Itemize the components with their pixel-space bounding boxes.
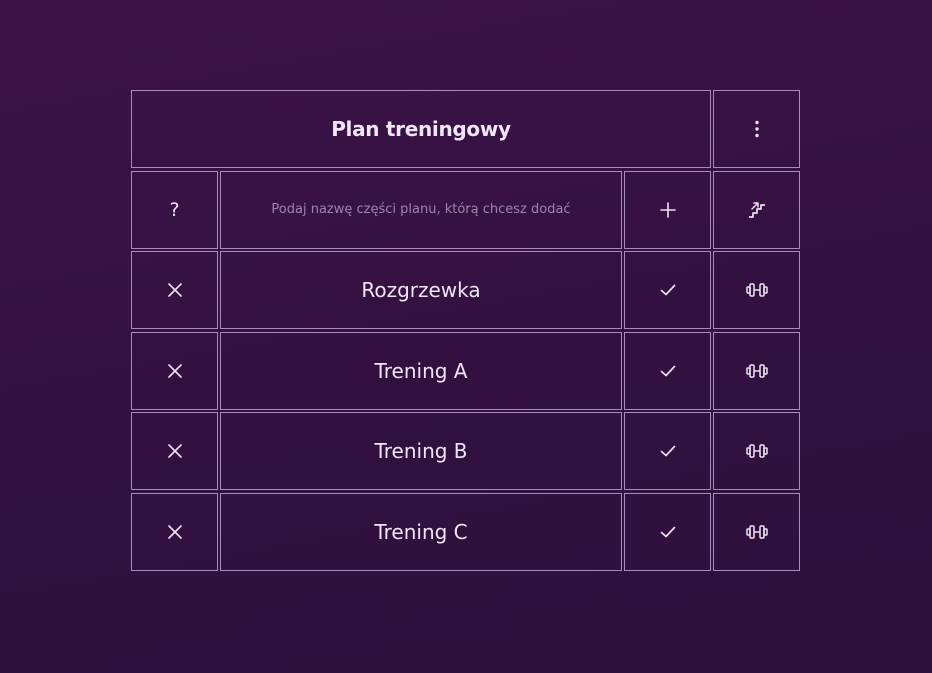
confirm-part-button[interactable]: [624, 331, 711, 410]
close-icon: [167, 444, 182, 459]
confirm-part-button[interactable]: [624, 412, 711, 491]
help-button[interactable]: ?: [131, 170, 218, 249]
part-name-cell: Trening C: [220, 492, 622, 571]
part-name-input-cell: [220, 170, 622, 249]
check-icon: [660, 365, 676, 377]
confirm-part-button[interactable]: [624, 251, 711, 330]
add-part-button[interactable]: [624, 170, 711, 249]
part-name: Trening C: [374, 519, 468, 544]
help-icon: ?: [169, 198, 180, 221]
delete-part-button[interactable]: [131, 251, 218, 330]
part-name: Trening A: [374, 358, 468, 383]
exercises-button[interactable]: [713, 412, 800, 491]
dumbbell-icon: [745, 525, 768, 539]
close-icon: [167, 283, 182, 297]
delete-part-button[interactable]: [131, 331, 218, 410]
exercises-button[interactable]: [713, 331, 800, 410]
stairs-icon: [747, 200, 767, 220]
confirm-part-button[interactable]: [624, 492, 711, 571]
part-name-cell: Trening B: [220, 412, 622, 491]
kebab-menu-icon: [754, 120, 760, 138]
training-plan-grid: Plan treningowy ? Rozgrzewka: [131, 90, 800, 571]
part-name-cell: Trening A: [220, 331, 622, 410]
part-name: Trening B: [374, 439, 468, 464]
check-icon: [660, 445, 676, 457]
delete-part-button[interactable]: [131, 492, 218, 571]
menu-button[interactable]: [713, 90, 800, 168]
part-name-cell: Rozgrzewka: [220, 251, 622, 330]
exercises-button[interactable]: [713, 251, 800, 330]
plus-icon: [659, 201, 676, 218]
dumbbell-icon: [745, 364, 768, 378]
dumbbell-icon: [745, 444, 768, 459]
exercises-button[interactable]: [713, 492, 800, 571]
part-name-input[interactable]: [221, 170, 621, 249]
plan-title: Plan treningowy: [131, 90, 711, 168]
dumbbell-icon: [745, 283, 768, 297]
part-name: Rozgrzewka: [361, 278, 481, 303]
close-icon: [167, 363, 182, 378]
delete-part-button[interactable]: [131, 412, 218, 491]
check-icon: [660, 284, 676, 296]
progression-button[interactable]: [713, 170, 800, 249]
check-icon: [660, 526, 676, 538]
close-icon: [167, 525, 182, 539]
